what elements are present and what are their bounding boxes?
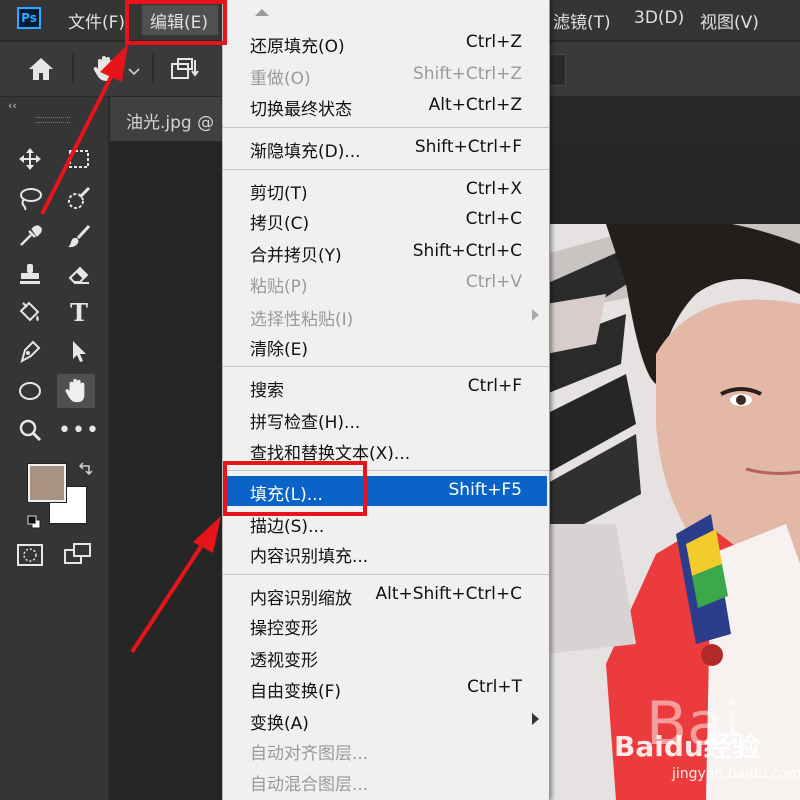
annotation-arrows bbox=[40, 44, 221, 654]
watermark-url: jingyan.baidu.com bbox=[672, 766, 800, 782]
watermark-brand: Baidu经验 bbox=[614, 730, 760, 763]
annotation-arrow-to-fill bbox=[130, 543, 204, 654]
annotation-arrow-to-edit bbox=[40, 74, 114, 215]
annotation-arrowhead bbox=[100, 44, 128, 82]
annotation-arrowhead bbox=[193, 516, 221, 553]
